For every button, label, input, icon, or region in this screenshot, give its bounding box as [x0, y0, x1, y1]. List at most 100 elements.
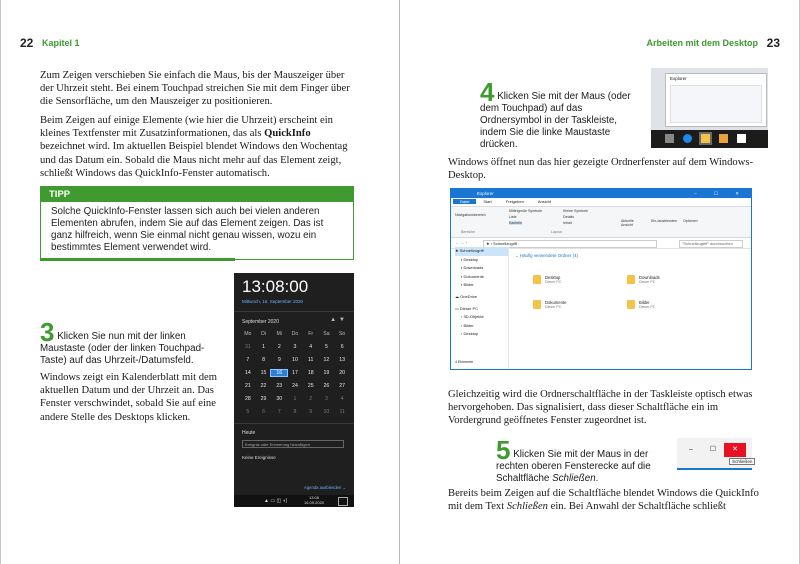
nav-item-quickaccess[interactable]: ★ Schnellzugriff: [455, 247, 508, 256]
store-icon[interactable]: [719, 134, 728, 143]
calendar-day[interactable]: 19: [319, 370, 335, 376]
calendar-day[interactable]: 5: [240, 409, 256, 415]
edge-icon[interactable]: [683, 134, 692, 143]
calendar-day[interactable]: 9: [303, 409, 319, 415]
calendar-day[interactable]: 22: [256, 383, 272, 389]
calendar-day[interactable]: 15: [256, 370, 272, 376]
tab-datei[interactable]: Datei: [453, 199, 477, 204]
calendar-day[interactable]: 1: [256, 344, 272, 350]
window-controls[interactable]: – ☐ ✕: [694, 189, 747, 198]
view-details[interactable]: Details: [563, 215, 574, 219]
calendar-day[interactable]: 3: [319, 396, 335, 402]
calendar-day[interactable]: 25: [303, 383, 319, 389]
nav-item-pictures-pc[interactable]: › Bilder: [455, 322, 508, 331]
calendar-day[interactable]: 27: [334, 383, 350, 389]
calendar-day[interactable]: 11: [303, 357, 319, 363]
maximize-button[interactable]: ☐: [702, 443, 724, 457]
calendar-day[interactable]: 3: [287, 344, 303, 350]
calendar-day[interactable]: 26: [319, 383, 335, 389]
folder-downloads[interactable]: Downloads Dieser PC: [639, 275, 660, 285]
current-view-button[interactable]: Aktuelle Ansicht: [621, 219, 645, 227]
tab-freigeben[interactable]: Freigeben: [499, 199, 531, 204]
nav-item-pictures[interactable]: ▪ Bilder: [455, 281, 508, 290]
calendar-day[interactable]: 2: [303, 396, 319, 402]
nav-label: Bilder: [463, 322, 474, 328]
calendar-day[interactable]: 10: [319, 409, 335, 415]
calendar-day[interactable]: 21: [240, 383, 256, 389]
address-bar[interactable]: ★ › Schnellzugriff: [483, 240, 657, 248]
date-link[interactable]: Mittwoch, 16. September 2020: [242, 299, 303, 304]
page-number-left: 22: [20, 36, 34, 50]
folder-icon[interactable]: [533, 275, 541, 284]
calendar-day[interactable]: 10: [287, 357, 303, 363]
task-view-icon[interactable]: [665, 134, 674, 143]
view-list[interactable]: Liste: [509, 215, 517, 219]
tab-ansicht[interactable]: Ansicht: [531, 199, 558, 204]
folder-desktop[interactable]: Desktop Dieser PC: [545, 275, 561, 285]
tab-start[interactable]: Start: [476, 199, 498, 204]
calendar-day[interactable]: 7: [240, 357, 256, 363]
explorer-thumbnail[interactable]: Explorer: [665, 73, 767, 127]
view-small-icons[interactable]: Kleine Symbole: [563, 209, 588, 213]
minimize-button[interactable]: –: [680, 443, 702, 457]
folder-icon[interactable]: [627, 275, 635, 284]
tray-clock[interactable]: 13:08 16.09.2020: [304, 495, 324, 505]
nav-item-thispc[interactable]: ▭ Dieser PC: [455, 305, 508, 314]
calendar-day[interactable]: 31: [240, 344, 256, 350]
nav-label: 3D-Objekte: [463, 314, 484, 320]
calendar-day[interactable]: 8: [256, 357, 272, 363]
calendar-day[interactable]: 17: [287, 370, 303, 376]
folder-documents[interactable]: Dokumente Dieser PC: [545, 300, 566, 310]
calendar-day[interactable]: 16: [270, 369, 289, 377]
search-input[interactable]: "Schnellzugriff" durchsuchen: [679, 240, 743, 248]
calendar-day[interactable]: 5: [319, 344, 335, 350]
calendar-day[interactable]: 12: [319, 357, 335, 363]
folder-sub: Dieser PC: [639, 280, 656, 284]
notification-icon[interactable]: [338, 497, 348, 506]
nav-item-onedrive[interactable]: ☁ OneDrive: [455, 293, 508, 302]
folder-icon[interactable]: [533, 300, 541, 309]
nav-item-desktop-pc[interactable]: › Desktop: [455, 330, 508, 339]
calendar-day[interactable]: 11: [334, 409, 350, 415]
weekday-label: Fr: [308, 331, 314, 337]
calendar-day[interactable]: 1: [287, 396, 303, 402]
hide-agenda-link[interactable]: Agenda ausblenden ⌄: [304, 485, 346, 490]
calendar-day[interactable]: 8: [287, 409, 303, 415]
folder-pictures[interactable]: Bilder Dieser PC: [639, 300, 655, 310]
calendar-day[interactable]: 4: [303, 344, 319, 350]
nav-item-desktop[interactable]: ▪ Desktop: [455, 256, 508, 265]
calendar-day[interactable]: 7: [271, 409, 287, 415]
calendar-day[interactable]: 6: [256, 409, 272, 415]
nav-item-downloads[interactable]: ▪ Downloads: [455, 264, 508, 273]
view-content[interactable]: Inhalt: [563, 221, 572, 225]
calendar-day[interactable]: 18: [303, 370, 319, 376]
calendar-day[interactable]: 30: [271, 396, 287, 402]
view-tiles[interactable]: Kacheln: [509, 221, 522, 225]
section-header[interactable]: ⌄ Häufig verwendete Ordner (4): [515, 253, 745, 259]
close-button[interactable]: ✕: [724, 443, 746, 457]
event-input[interactable]: Ereignis oder Erinnerung hinzufügen: [242, 440, 344, 448]
calendar-day[interactable]: 20: [334, 370, 350, 376]
calendar-day[interactable]: 13: [334, 357, 350, 363]
tray-icons[interactable]: ▲ ▭ ◫ ◖): [264, 498, 287, 504]
calendar-day[interactable]: 2: [271, 344, 287, 350]
calendar-day[interactable]: 4: [334, 396, 350, 402]
show-hide-button[interactable]: Ein-/ausblenden: [651, 219, 677, 223]
month-nav-arrows-icon[interactable]: ▲▼: [330, 317, 348, 323]
calendar-day[interactable]: 6: [334, 344, 350, 350]
calendar-day[interactable]: 24: [287, 383, 303, 389]
folder-icon[interactable]: [627, 300, 635, 309]
folder-icon[interactable]: [699, 132, 712, 145]
calendar-day[interactable]: 9: [271, 357, 287, 363]
calendar-day[interactable]: 14: [240, 370, 256, 376]
nav-item-documents[interactable]: ▪ Dokumente: [455, 273, 508, 282]
calendar-day[interactable]: 23: [271, 383, 287, 389]
nav-pane-button[interactable]: Navigationsbereich: [455, 213, 486, 217]
calendar-day[interactable]: 29: [256, 396, 272, 402]
mail-icon[interactable]: [737, 134, 746, 143]
calendar-day[interactable]: 28: [240, 396, 256, 402]
view-medium-icons[interactable]: Mittelgroße Symbole: [509, 209, 542, 213]
month-label[interactable]: September 2020: [242, 319, 279, 325]
nav-item-3d[interactable]: › 3D-Objekte: [455, 313, 508, 322]
options-button[interactable]: Optionen: [683, 219, 698, 223]
